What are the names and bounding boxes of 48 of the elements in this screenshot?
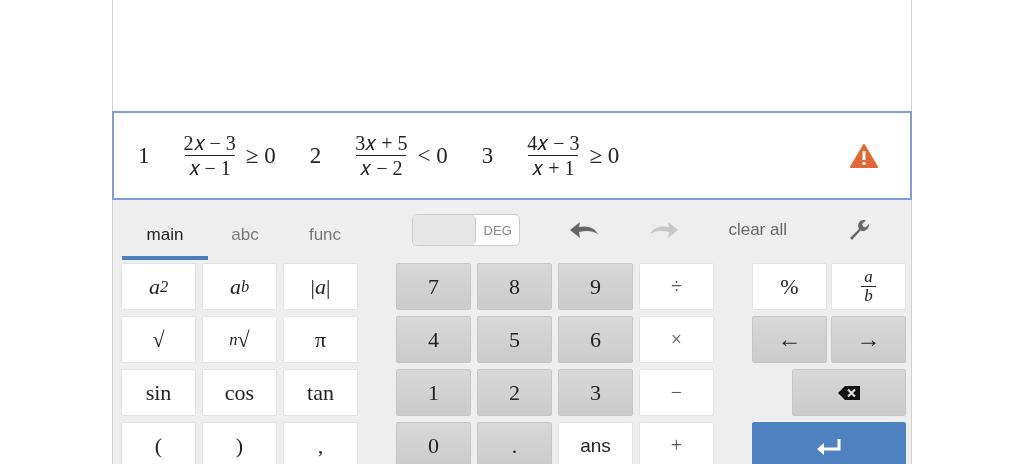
keypad-key[interactable]: − xyxy=(639,369,714,416)
denominator: 𝑥 + 1 xyxy=(528,155,579,180)
keypad-key[interactable]: sin xyxy=(121,369,196,416)
keypad-key[interactable]: cos xyxy=(202,369,277,416)
keypad-key[interactable]: 9 xyxy=(558,263,633,310)
keypad-key[interactable]: 3 xyxy=(558,369,633,416)
keypad-key[interactable]: 0 xyxy=(396,422,471,464)
keypad-key[interactable]: |a| xyxy=(283,263,358,310)
clear-all-button[interactable]: clear all xyxy=(728,220,787,240)
keypad-key[interactable]: % xyxy=(752,263,827,310)
numerator: 2𝑥 − 3 xyxy=(182,131,237,155)
keypad-key[interactable]: 8 xyxy=(477,263,552,310)
undo-icon xyxy=(568,220,601,240)
backspace-icon xyxy=(837,384,861,401)
keypad-key[interactable]: tan xyxy=(283,369,358,416)
keypad-key[interactable]: ( xyxy=(121,422,196,464)
equation-number: 2 xyxy=(309,142,322,169)
keypad-key[interactable]: + xyxy=(639,422,714,464)
equation-number: 3 xyxy=(481,142,494,169)
equation-number: 1 xyxy=(138,142,150,169)
keypad-key[interactable]: . xyxy=(477,422,552,464)
keypad-key[interactable]: 7 xyxy=(396,263,471,310)
keypad-key[interactable]: 2 xyxy=(477,369,552,416)
relation: ≥ 0 xyxy=(245,142,276,169)
denominator: 𝑥 − 1 xyxy=(184,155,235,180)
angle-toggle[interactable]: DEG xyxy=(412,214,521,246)
keypad-key[interactable]: 1 xyxy=(396,369,471,416)
keypad-key[interactable]: → xyxy=(831,316,906,363)
undo-button[interactable] xyxy=(568,220,601,240)
keypad-key[interactable]: ans xyxy=(558,422,633,464)
denominator: 𝑥 − 2 xyxy=(356,155,407,180)
keypad-key[interactable]: 5 xyxy=(477,316,552,363)
keypad-key[interactable]: 6 xyxy=(558,316,633,363)
relation: < 0 xyxy=(417,142,448,169)
keypad-key[interactable]: 4 xyxy=(396,316,471,363)
fraction-key[interactable]: a b xyxy=(831,263,906,310)
relation: ≥ 0 xyxy=(589,142,620,169)
keypad-key[interactable]: √ xyxy=(121,316,196,363)
keypad-key[interactable]: ← xyxy=(752,316,827,363)
numerator: 3𝑥 + 5 xyxy=(354,131,409,155)
numerator: 4𝑥 − 3 xyxy=(526,131,581,155)
keypad-key[interactable]: ÷ xyxy=(639,263,714,310)
keypad-key[interactable]: π xyxy=(283,316,358,363)
enter-icon xyxy=(815,436,843,455)
keypad-key[interactable]: ) xyxy=(202,422,277,464)
keypad-key[interactable]: , xyxy=(283,422,358,464)
backspace-key[interactable] xyxy=(792,369,906,416)
keypad-key[interactable]: × xyxy=(639,316,714,363)
